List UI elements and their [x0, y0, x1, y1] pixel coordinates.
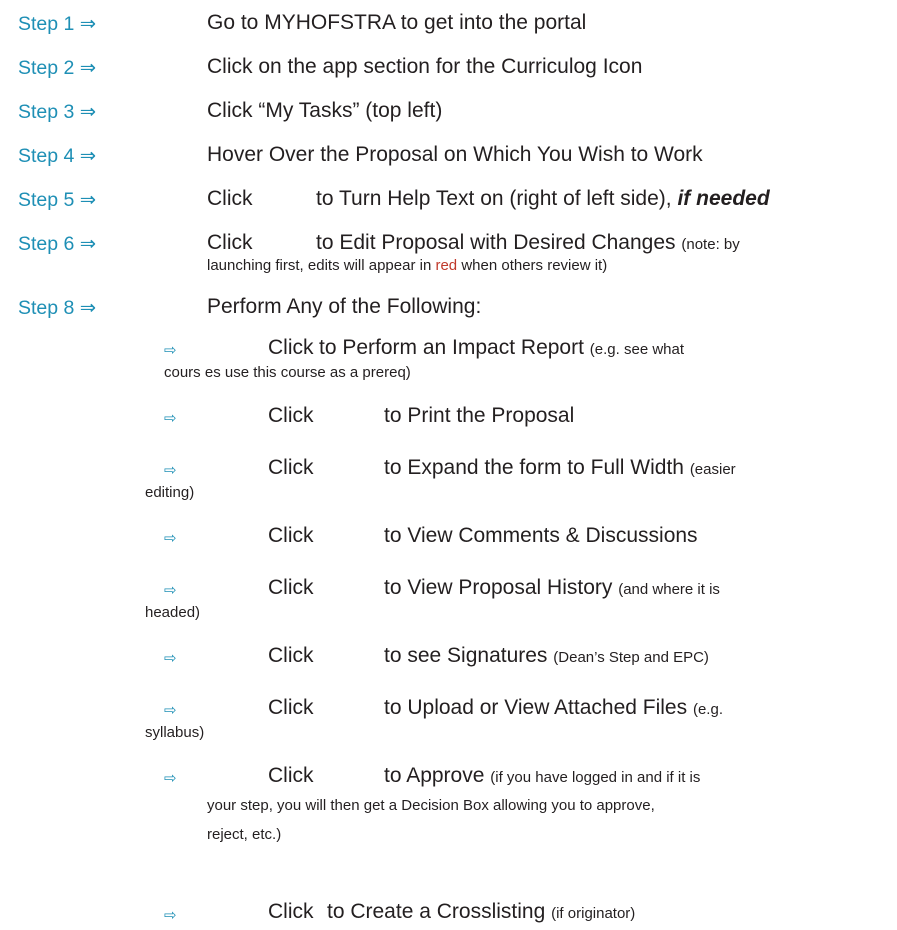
subitem-2-text: to Print the Proposal [384, 404, 575, 427]
subitem-3-text: to Expand the form to Full Width (easier [384, 456, 736, 480]
step-6-note-b: launching first, edits will appear in [207, 257, 432, 274]
subitem-6-text: to see Signatures (Dean’s Step and EPC) [384, 644, 709, 668]
subitem-3-note-line2: editing) [145, 484, 195, 501]
subitem-7-text-main: to Upload or View Attached Files [384, 696, 688, 719]
subitem-1-click: Click [268, 336, 314, 359]
step-3-text: Click “My Tasks” (top left) [207, 99, 443, 122]
arrow-icon: ⇨ [164, 462, 177, 479]
arrow-icon: ⇨ [164, 342, 177, 359]
step-3-label: Step 3 ⇒ [18, 101, 97, 123]
subitem-7-text: to Upload or View Attached Files (e.g. [384, 696, 723, 720]
instructions-page: { "steps": [ {"label": "Step 1 \u21d2", … [0, 0, 897, 930]
step-6-note-c: when others review it) [461, 257, 608, 274]
arrow-icon: ⇨ [164, 702, 177, 719]
subitem-5-note-line2: headed) [145, 604, 201, 621]
arrow-icon: ⇨ [164, 582, 177, 599]
subitem-4-text: to View Comments & Discussions [384, 524, 698, 547]
subitem-7-note: (e.g. [692, 701, 723, 718]
step-6-label: Step 6 ⇒ [18, 233, 97, 255]
step-6-note-line2: launching first, edits will appear in re… [207, 257, 607, 274]
subitem-8-note: (if you have logged in and if it is [490, 769, 701, 786]
step-1-text: Go to MYHOFSTRA to get into the portal [207, 11, 587, 34]
subitem-8-text: to Approve (if you have logged in and if… [384, 764, 700, 788]
step-2-label: Step 2 ⇒ [18, 57, 97, 79]
step-5-text: to Turn Help Text on (right of left side… [316, 187, 770, 211]
step-6-note-a: (note: by [681, 236, 740, 253]
step-6-text-main: to Edit Proposal with Desired Changes [316, 231, 676, 254]
subitem-3-text-main: to Expand the form to Full Width [384, 456, 684, 479]
subitem-9-text: to Create a Crosslisting (if originator) [327, 900, 635, 924]
subitem-1-text-main: to Perform an Impact Report [319, 336, 584, 359]
step-6-text: to Edit Proposal with Desired Changes (n… [316, 231, 740, 255]
subitem-5-text: to View Proposal History (and where it i… [384, 576, 720, 600]
subitem-3-note: (easier [689, 461, 736, 478]
step-2-text: Click on the app section for the Curricu… [207, 55, 643, 78]
step-8-text: Perform Any of the Following: [207, 295, 482, 318]
subitem-5-text-main: to View Proposal History [384, 576, 613, 599]
arrow-icon: ⇨ [164, 410, 177, 427]
subitem-8-note-line3: reject, etc.) [207, 826, 282, 843]
subitem-6-click: Click [268, 644, 314, 667]
step-5-label: Step 5 ⇒ [18, 189, 97, 211]
subitem-1-note: (e.g. see what [589, 341, 685, 358]
subitem-7-click: Click [268, 696, 314, 719]
step-6-note-red: red [435, 257, 458, 274]
step-5-emphasis: if needed [677, 187, 770, 210]
subitem-7-note-line2: syllabus) [145, 724, 205, 741]
subitem-6-note: (Dean’s Step and EPC) [553, 649, 709, 666]
subitem-4-click: Click [268, 524, 314, 547]
step-4-text: Hover Over the Proposal on Which You Wis… [207, 143, 703, 166]
subitem-9-text-main: to Create a Crosslisting [327, 900, 546, 923]
subitem-9-note: (if originator) [551, 905, 636, 922]
subitem-5-note: (and where it is [618, 581, 720, 598]
arrow-icon: ⇨ [164, 770, 177, 787]
arrow-icon: ⇨ [164, 650, 177, 667]
subitem-8-note-line2: your step, you will then get a Decision … [207, 797, 655, 814]
step-6-click: Click [207, 231, 253, 254]
subitem-9-click: Click [268, 900, 314, 923]
subitem-2-click: Click [268, 404, 314, 427]
arrow-icon: ⇨ [164, 530, 177, 547]
step-4-label: Step 4 ⇒ [18, 145, 97, 167]
step-1-label: Step 1 ⇒ [18, 13, 97, 35]
step-5-click: Click [207, 187, 253, 210]
subitem-1-text: to Perform an Impact Report (e.g. see wh… [319, 336, 684, 360]
subitem-3-click: Click [268, 456, 314, 479]
subitem-5-click: Click [268, 576, 314, 599]
step-8-label: Step 8 ⇒ [18, 297, 97, 319]
subitem-1-note-line2: cours es use this course as a prereq) [164, 364, 411, 381]
subitem-8-click: Click [268, 764, 314, 787]
arrow-icon: ⇨ [164, 907, 177, 924]
subitem-8-text-main: to Approve [384, 764, 485, 787]
subitem-6-text-main: to see Signatures [384, 644, 548, 667]
step-5-text-main: to Turn Help Text on (right of left side… [316, 187, 672, 210]
